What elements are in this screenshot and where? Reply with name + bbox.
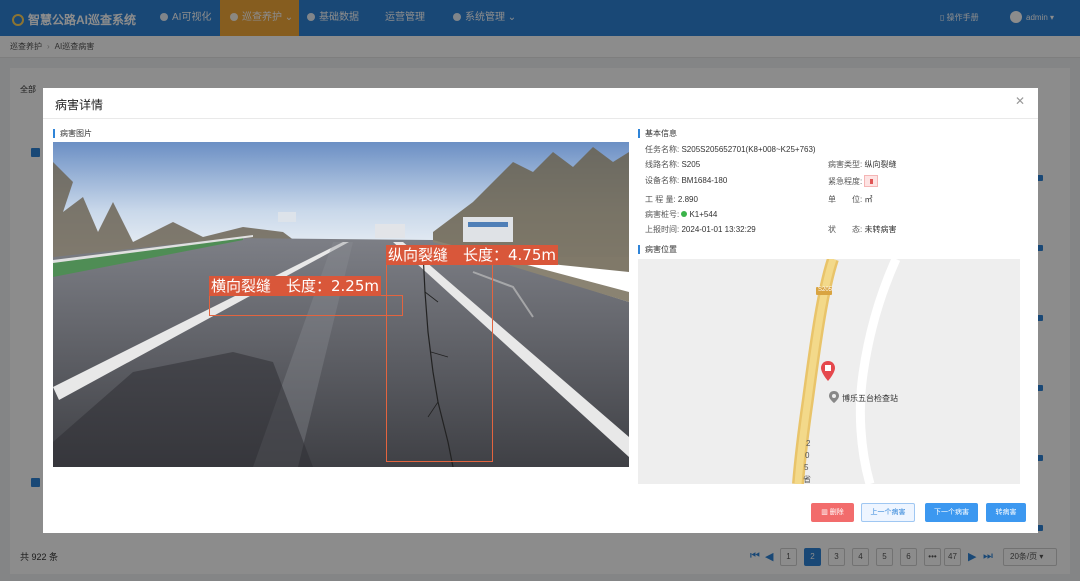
status-row: 状 态: 未转病害 <box>828 224 896 235</box>
delete-button[interactable]: ▥ 删除 <box>811 503 854 522</box>
road-label-char: 5 <box>804 463 809 472</box>
report-time-row: 上报时间: 2024-01-01 13:32:29 <box>645 224 756 235</box>
close-icon[interactable]: ✕ <box>1015 94 1025 108</box>
info-key: 任务名称: <box>645 145 680 154</box>
quantity-value: 2.890 <box>677 195 698 204</box>
image-section-title: 病害图片 <box>53 129 92 138</box>
info-key: 紧急程度: <box>828 177 863 186</box>
report-time-value: 2024-01-01 13:32:29 <box>681 225 756 234</box>
info-key: 病害类型: <box>828 160 863 169</box>
unit-value: ㎡ <box>864 195 873 204</box>
device-value: BM1684-180 <box>681 176 728 185</box>
road-shield: S205 <box>818 287 833 293</box>
transverse-crack-box <box>209 295 403 316</box>
location-section-title: 病害位置 <box>638 245 677 254</box>
urgency-high-icon <box>864 175 879 187</box>
info-key: 上报时间: <box>645 225 680 234</box>
modal-title: 病害详情 <box>55 98 104 112</box>
transverse-crack-label: 横向裂缝 长度：2.25m <box>209 276 382 296</box>
unit-row: 单 位: ㎡ <box>828 194 872 205</box>
task-name-row: 任务名称: S205S205652701(K8+008~K25+763) <box>645 144 816 155</box>
convert-disease-button[interactable]: 转病害 <box>986 503 1026 522</box>
disease-detail-modal: 病害详情 ✕ 病害图片 横向裂缝 长度：2.25m 纵向裂缝 长度：4.75m … <box>43 88 1038 533</box>
longitudinal-crack-label: 纵向裂缝 长度：4.75m <box>386 245 559 265</box>
info-key: 工 程 量: <box>645 195 676 204</box>
poi-marker-icon <box>829 391 839 403</box>
info-key: 设备名称: <box>645 176 680 185</box>
disease-type-row: 病害类型: 纵向裂缝 <box>828 159 896 170</box>
route-row: 线路名称: S205 <box>645 159 700 170</box>
disease-type-value: 纵向裂缝 <box>864 160 897 169</box>
location-pin-icon[interactable] <box>821 361 835 381</box>
disease-photo: 横向裂缝 长度：2.25m 纵向裂缝 长度：4.75m <box>53 142 629 467</box>
stake-row: 病害桩号: K1+544 <box>645 209 717 220</box>
stake-value: K1+544 <box>689 210 718 219</box>
info-key: 病害桩号: <box>645 210 680 219</box>
location-map[interactable]: S205 2 0 5 省 博乐五台检查站 <box>638 259 1020 484</box>
road-label-char: 省 <box>803 475 811 484</box>
urgency-row: 紧急程度: <box>828 175 879 187</box>
trash-icon: ▥ <box>821 509 830 516</box>
status-dot-icon <box>681 211 688 217</box>
longitudinal-crack-box <box>386 264 493 462</box>
info-key: 单 位: <box>828 195 863 204</box>
next-disease-button[interactable]: 下一个病害 <box>925 503 978 522</box>
info-key: 状 态: <box>828 225 863 234</box>
prev-disease-button[interactable]: 上一个病害 <box>861 503 915 522</box>
modal-divider <box>43 118 1038 119</box>
status-value: 未转病害 <box>864 225 897 234</box>
poi-label: 博乐五台检查站 <box>842 394 898 403</box>
device-row: 设备名称: BM1684-180 <box>645 175 727 186</box>
road-label-char: 0 <box>805 451 810 460</box>
quantity-row: 工 程 量: 2.890 <box>645 194 698 205</box>
info-section-title: 基本信息 <box>638 129 677 138</box>
road-label-char: 2 <box>806 439 811 448</box>
delete-label: 删除 <box>829 509 844 516</box>
task-name-value: S205S205652701(K8+008~K25+763) <box>681 145 816 154</box>
info-key: 线路名称: <box>645 160 680 169</box>
route-value: S205 <box>681 160 701 169</box>
